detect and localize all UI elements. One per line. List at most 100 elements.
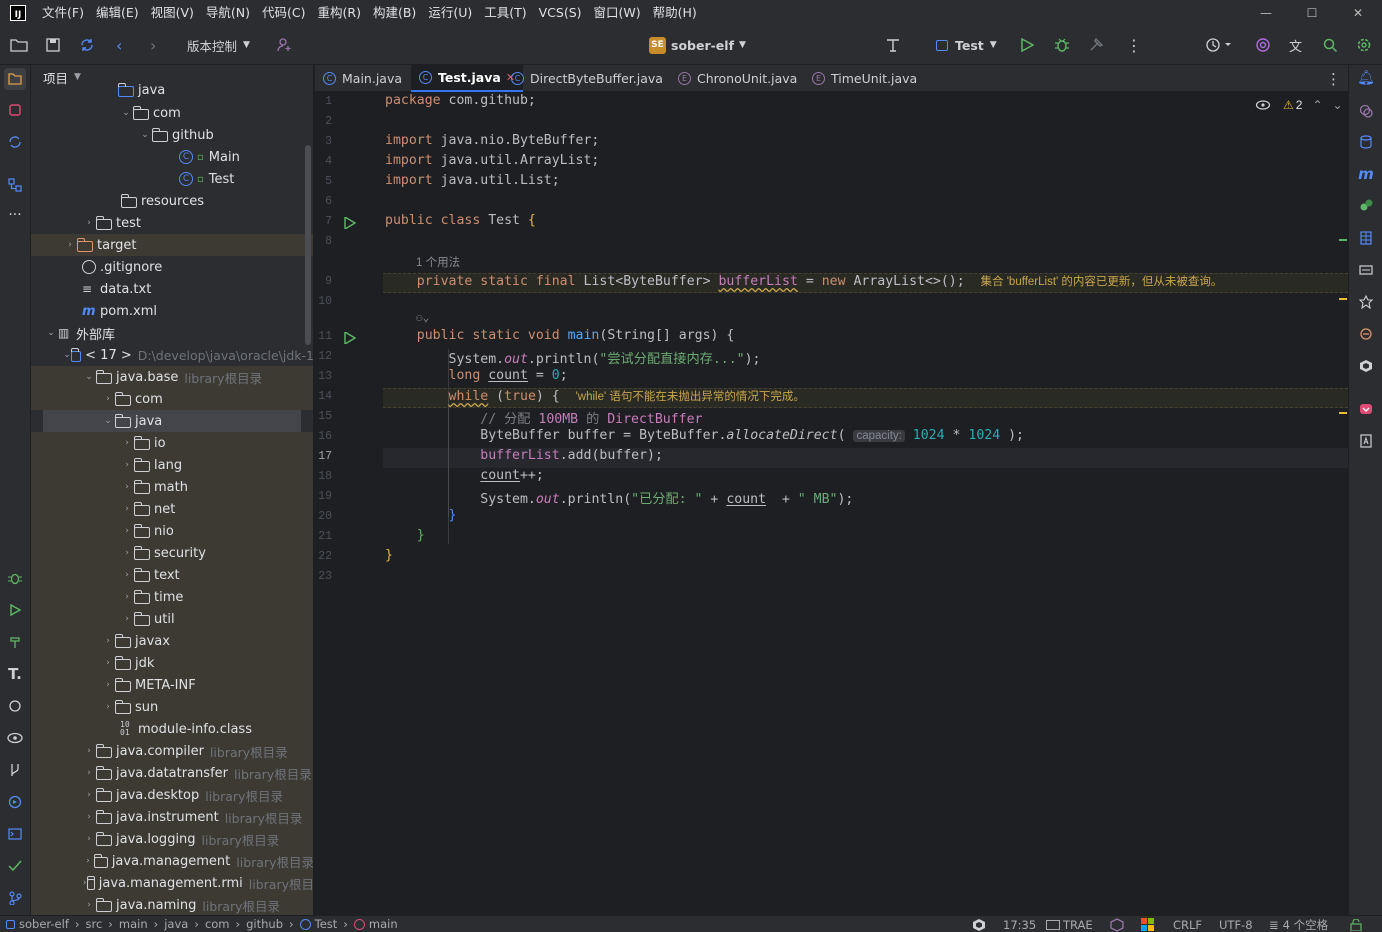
tree-row-java-compiler[interactable]: › java.compiler library根目录 xyxy=(31,740,313,762)
collapsed-arrow-icon[interactable]: › xyxy=(120,438,134,448)
menu-tools[interactable]: 工具(T) xyxy=(478,0,532,25)
more-actions-icon[interactable]: ⋮ xyxy=(1126,25,1142,65)
expanded-arrow-icon[interactable]: ⌄ xyxy=(82,372,96,382)
services-icon[interactable] xyxy=(5,792,25,812)
windows-logo-icon[interactable] xyxy=(1141,916,1154,932)
tree-row-security[interactable]: › security xyxy=(31,542,313,564)
tree-row-github[interactable]: ⌄ github xyxy=(31,124,313,146)
table-icon[interactable] xyxy=(1356,228,1376,248)
project-tool-icon[interactable] xyxy=(4,68,26,90)
collapsed-arrow-icon[interactable]: › xyxy=(82,768,96,778)
pocket-icon[interactable] xyxy=(1356,399,1376,419)
tree-row-java-management-rmi[interactable]: › java.management.rmi library根目 xyxy=(31,872,313,894)
tree-row-main-class[interactable]: C ▫ Main xyxy=(31,146,313,168)
git-branch-icon[interactable] xyxy=(5,760,25,780)
tree-row-time[interactable]: › time xyxy=(31,586,313,608)
reader-mode-eye-icon[interactable] xyxy=(1255,99,1271,111)
search-everywhere-icon[interactable] xyxy=(1322,25,1338,65)
tree-row-math[interactable]: › math xyxy=(31,476,313,498)
profiler-icon[interactable] xyxy=(1205,25,1233,65)
line-separator[interactable]: CRLF xyxy=(1173,916,1202,932)
tree-row-lang[interactable]: › lang xyxy=(31,454,313,476)
menu-edit[interactable]: 编辑(E) xyxy=(90,0,145,25)
build-tool-icon[interactable] xyxy=(5,632,25,652)
open-folder-icon[interactable] xyxy=(10,25,28,65)
run-config-dropdown[interactable]: Test ▼ xyxy=(936,25,997,65)
collapsed-arrow-icon[interactable]: › xyxy=(82,218,96,228)
ai-chat-icon[interactable] xyxy=(1356,101,1376,121)
notifications-bell-icon[interactable]: 🔔︎ xyxy=(1356,68,1376,88)
collapsed-arrow-icon[interactable]: › xyxy=(82,790,96,800)
sync-icon[interactable] xyxy=(79,25,95,65)
breadcrumb-item[interactable]: java xyxy=(164,917,188,931)
translation-book-icon[interactable] xyxy=(1356,431,1376,451)
breadcrumb-item[interactable]: github xyxy=(246,917,283,931)
expanded-arrow-icon[interactable]: ⌄ xyxy=(119,108,133,118)
collapsed-arrow-icon[interactable]: › xyxy=(82,746,96,756)
tree-row-jdk[interactable]: › jdk xyxy=(31,652,313,674)
collapsed-arrow-icon[interactable]: › xyxy=(101,636,115,646)
version-control-icon[interactable] xyxy=(5,888,25,908)
menu-view[interactable]: 视图(V) xyxy=(145,0,200,25)
usage-hint[interactable]: 1 个用法 xyxy=(416,254,460,270)
menu-help[interactable]: 帮助(H) xyxy=(647,0,703,25)
tree-row-target[interactable]: › target xyxy=(31,234,313,256)
expanded-arrow-icon[interactable]: ⌄ xyxy=(138,130,152,140)
tree-row-com[interactable]: ⌄ com xyxy=(31,102,313,124)
chat-icon[interactable] xyxy=(5,696,25,716)
expanded-arrow-icon[interactable]: ⌄ xyxy=(101,416,115,426)
database-icon[interactable] xyxy=(1356,132,1376,152)
translate-icon[interactable]: 文 xyxy=(1289,25,1302,65)
collapsed-arrow-icon[interactable]: › xyxy=(82,856,94,866)
next-highlight-icon[interactable]: ⌄ xyxy=(1333,98,1343,112)
collapsed-arrow-icon[interactable]: › xyxy=(82,834,96,844)
tree-row-java-desktop[interactable]: › java.desktop library根目录 xyxy=(31,784,313,806)
lock-icon[interactable] xyxy=(1350,916,1362,932)
collapsed-arrow-icon[interactable]: › xyxy=(120,548,134,558)
collapsed-arrow-icon[interactable]: › xyxy=(120,482,134,492)
collapsed-arrow-icon[interactable]: › xyxy=(101,394,115,404)
run-icon[interactable] xyxy=(1020,25,1034,65)
tree-row-jb-java[interactable]: ⌄ java xyxy=(43,410,301,432)
collapsed-arrow-icon[interactable]: › xyxy=(101,658,115,668)
ai-widget-icon[interactable] xyxy=(1110,916,1124,932)
indent-widget[interactable]: ≣ 4 个空格 xyxy=(1269,916,1328,932)
forward-icon[interactable]: › xyxy=(150,25,156,65)
tree-row-gitignore[interactable]: .gitignore xyxy=(31,256,313,278)
pipeline-icon[interactable] xyxy=(1356,292,1376,312)
close-window-button[interactable]: ✕ xyxy=(1335,0,1381,25)
tree-row-test-class[interactable]: C ▫ Test xyxy=(31,168,313,190)
menu-refactor[interactable]: 重构(R) xyxy=(312,0,367,25)
ai-assistant-icon[interactable] xyxy=(1255,25,1271,65)
tab-chronounit-java[interactable]: E ChronoUnit.java xyxy=(670,65,805,92)
text-tool-icon[interactable] xyxy=(885,25,901,65)
menu-window[interactable]: 窗口(W) xyxy=(588,0,647,25)
menu-vcs[interactable]: VCS(S) xyxy=(533,0,588,25)
prev-highlight-icon[interactable]: ⌃ xyxy=(1312,98,1322,112)
project-switcher[interactable]: SE sober-elf ▼ xyxy=(649,25,746,65)
tree-row-java-src[interactable]: java xyxy=(31,79,313,101)
add-user-icon[interactable] xyxy=(276,25,292,65)
commit-icon[interactable] xyxy=(5,132,25,152)
tree-row-external-libs[interactable]: ⌄ ▥ 外部库 xyxy=(31,322,313,344)
tree-row-module-info[interactable]: 10 01 module-info.class xyxy=(31,718,313,740)
tree-row-java-datatransfer[interactable]: › java.datatransfer library根目录 xyxy=(31,762,313,784)
plugin-green-icon[interactable] xyxy=(1356,195,1376,215)
save-icon[interactable] xyxy=(46,25,60,65)
tree-row-java-logging[interactable]: › java.logging library根目录 xyxy=(31,828,313,850)
menu-run[interactable]: 运行(U) xyxy=(422,0,478,25)
collapsed-arrow-icon[interactable]: › xyxy=(120,504,134,514)
tab-options-icon[interactable]: ⋮ xyxy=(1318,65,1349,92)
collapsed-arrow-icon[interactable]: › xyxy=(101,702,115,712)
collapsed-arrow-icon[interactable]: › xyxy=(63,240,77,250)
file-encoding[interactable]: UTF-8 xyxy=(1219,916,1253,932)
breadcrumb-item[interactable]: com xyxy=(205,917,230,931)
menu-file[interactable]: 文件(F) xyxy=(36,0,90,25)
expanded-arrow-icon[interactable]: ⌄ xyxy=(44,328,58,338)
tree-scrollbar[interactable] xyxy=(305,145,311,345)
more-tools-icon[interactable]: ··· xyxy=(5,205,25,225)
breadcrumb-item[interactable]: src xyxy=(85,917,102,931)
tree-row-util[interactable]: › util xyxy=(31,608,313,630)
inspection-widget[interactable]: ⚠ 2 ⌃ ⌄ xyxy=(1255,98,1343,112)
terminal-icon[interactable] xyxy=(5,824,25,844)
